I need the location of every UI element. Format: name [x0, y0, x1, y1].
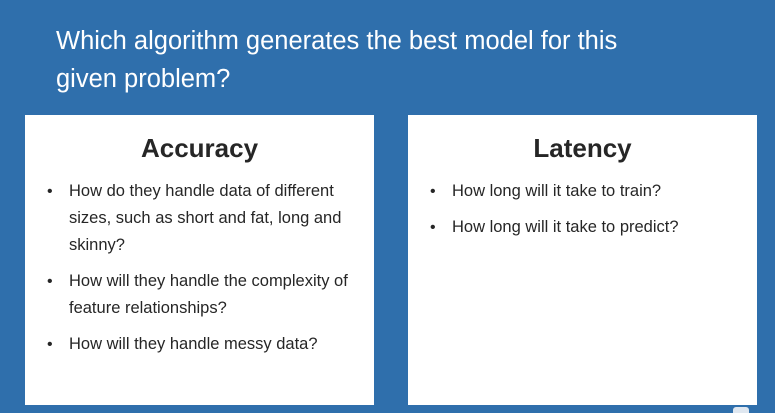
- slide-question: Which algorithm generates the best model…: [56, 22, 736, 98]
- list-item-text: How long will it take to predict?: [452, 218, 679, 236]
- bullet-icon: •: [47, 336, 53, 353]
- bullet-icon: •: [47, 183, 53, 200]
- latency-list: • How long will it take to train? • How …: [408, 178, 757, 241]
- list-item: • How do they handle data of different s…: [25, 178, 374, 259]
- bullet-icon: •: [430, 219, 436, 236]
- list-item: • How will they handle messy data?: [25, 331, 374, 358]
- accuracy-list: • How do they handle data of different s…: [25, 178, 374, 358]
- slide: Which algorithm generates the best model…: [0, 0, 775, 413]
- bullet-icon: •: [430, 183, 436, 200]
- list-item-text: How do they handle data of different siz…: [69, 182, 342, 254]
- question-line-2: given problem?: [56, 65, 231, 93]
- question-line-1: Which algorithm generates the best model…: [56, 27, 618, 55]
- latency-card-title: Latency: [533, 133, 632, 163]
- accuracy-card: Accuracy • How do they handle data of di…: [25, 115, 374, 405]
- accuracy-card-title: Accuracy: [140, 133, 259, 163]
- corner-handle: [733, 407, 749, 413]
- list-item-text: How will they handle the complexity of f…: [69, 272, 348, 317]
- list-item: • How long will it take to train?: [408, 178, 757, 205]
- list-item-text: How will they handle messy data?: [69, 335, 318, 353]
- latency-card: Latency • How long will it take to train…: [408, 115, 757, 405]
- bullet-icon: •: [47, 273, 53, 290]
- list-item: • How will they handle the complexity of…: [25, 268, 374, 322]
- list-item: • How long will it take to predict?: [408, 214, 757, 241]
- list-item-text: How long will it take to train?: [452, 182, 662, 200]
